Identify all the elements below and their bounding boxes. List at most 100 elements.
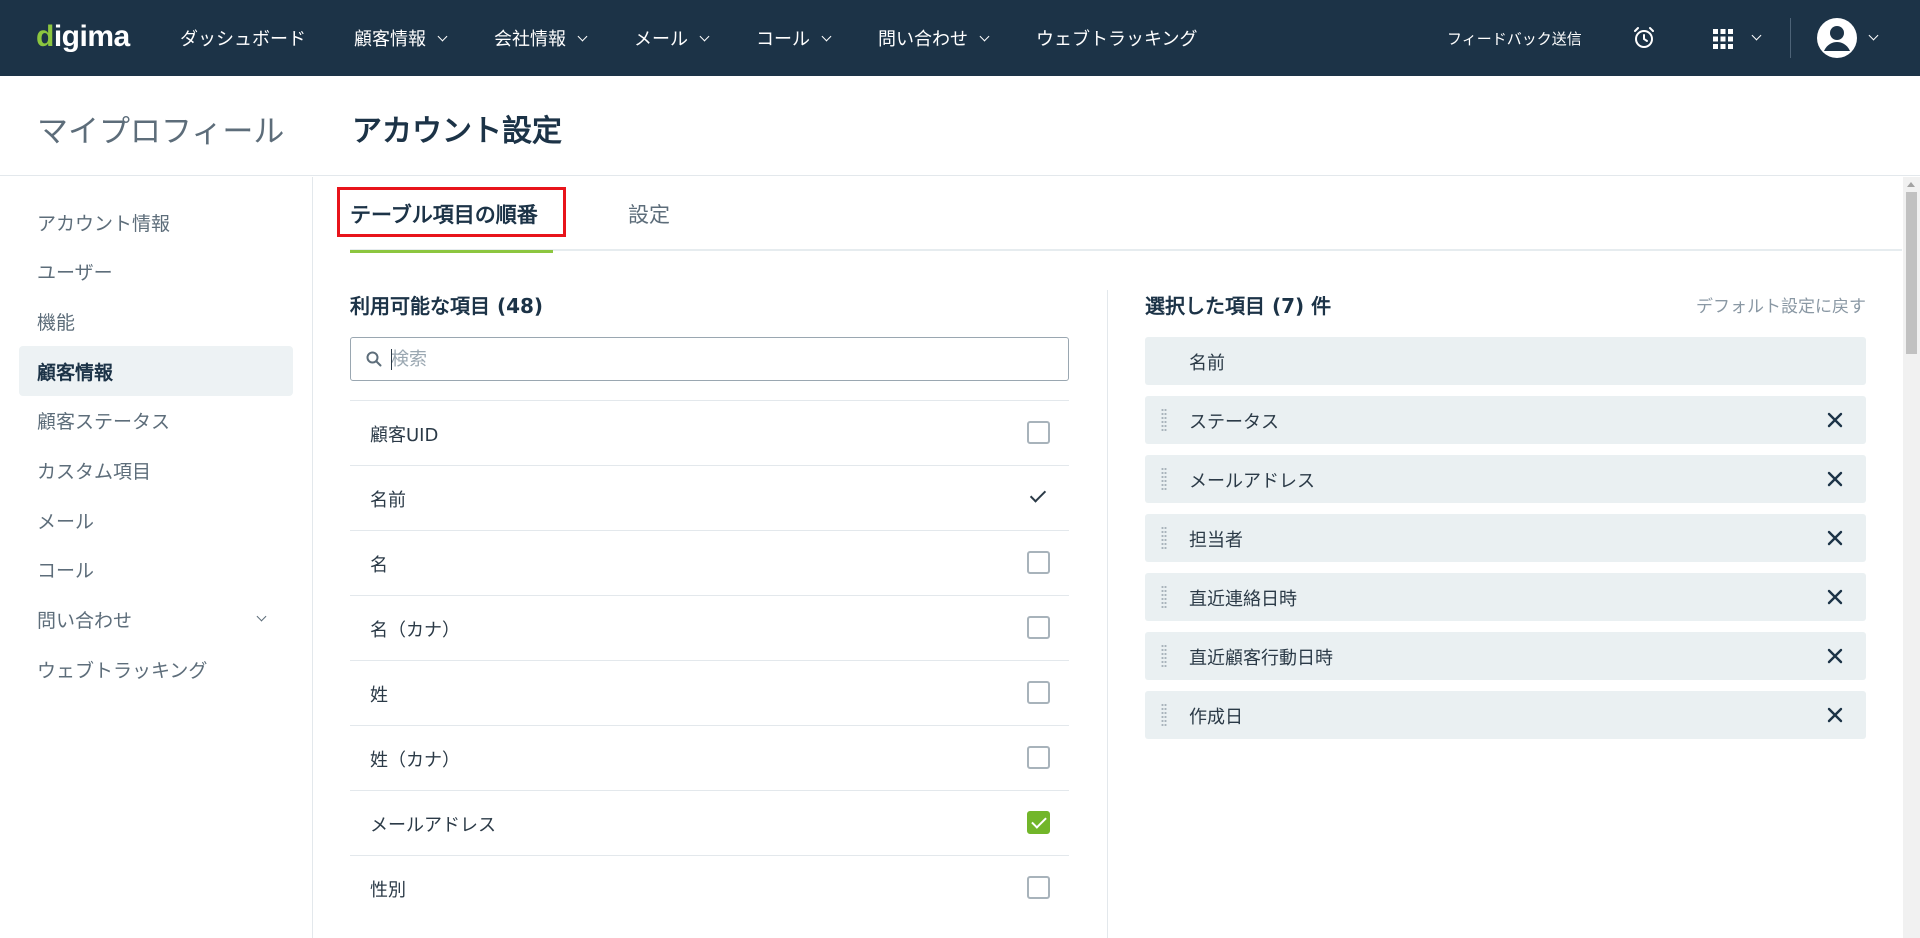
top-navigation-bar: digima ダッシュボード 顧客情報 会社情報 メール コール 問い合わせ ウェブトラッキ… — [0, 0, 1920, 76]
available-item-label: 性別 — [370, 880, 406, 901]
sidebar-item-label: 問い合わせ — [37, 610, 133, 633]
available-item-label: 名 — [370, 555, 388, 576]
nav-item-5[interactable]: 問い合わせ — [878, 25, 990, 51]
user-avatar-icon[interactable] — [1817, 18, 1857, 58]
available-item-row[interactable]: 姓（カナ） — [350, 725, 1069, 790]
remove-x-icon[interactable] — [1825, 705, 1845, 725]
available-item-label: 名（カナ） — [370, 620, 460, 641]
sidebar-item-7[interactable]: コール — [19, 545, 293, 595]
my-profile-title: マイプロフィール — [37, 114, 285, 150]
sidebar-item-8[interactable]: 問い合わせ — [19, 595, 293, 645]
available-item-row[interactable]: 顧客UID — [350, 400, 1069, 465]
chevron-down-icon[interactable] — [699, 31, 710, 41]
column-divider — [1107, 290, 1108, 938]
search-input[interactable] — [391, 338, 1051, 380]
item-checkbox[interactable] — [1027, 421, 1050, 444]
item-checkbox[interactable] — [1027, 746, 1050, 769]
drag-handle-icon[interactable] — [1161, 585, 1167, 609]
avatar-chevron-down-icon[interactable] — [1868, 30, 1879, 41]
tab-bar: テーブル項目の順番 設定 — [337, 177, 1902, 253]
nav-item-label: コール — [756, 29, 810, 50]
nav-item-label: 会社情報 — [494, 29, 566, 50]
nav-item-label: 顧客情報 — [354, 29, 426, 50]
chevron-down-icon[interactable] — [577, 31, 588, 41]
sidebar-item-5[interactable]: カスタム項目 — [19, 446, 293, 496]
selected-item-row[interactable]: ステータス — [1145, 396, 1866, 444]
nav-item-6[interactable]: ウェブトラッキング — [1036, 25, 1197, 51]
available-item-row[interactable]: メールアドレス — [350, 790, 1069, 855]
available-item-row[interactable]: 性別 — [350, 855, 1069, 920]
chevron-down-icon[interactable] — [256, 611, 267, 622]
nav-item-3[interactable]: メール — [634, 25, 710, 51]
apps-grid-icon[interactable] — [1713, 29, 1733, 49]
feedback-link[interactable]: フィードバック送信 — [1447, 28, 1582, 49]
nav-item-4[interactable]: コール — [756, 25, 832, 51]
selected-item-row[interactable]: 作成日 — [1145, 691, 1866, 739]
available-item-row[interactable]: 名（カナ） — [350, 595, 1069, 660]
available-items-panel: 利用可能な項目 (48) 顧客UID 名前名名（カナ） 姓姓（カナ） メールアドレス性… — [350, 290, 1069, 901]
sidebar-item-6[interactable]: メール — [19, 495, 293, 545]
available-items-title: 利用可能な項目 (48) — [350, 294, 544, 318]
remove-x-icon[interactable] — [1825, 646, 1845, 666]
available-item-label: 姓（カナ） — [370, 750, 460, 771]
scrollbar-thumb[interactable] — [1906, 192, 1917, 354]
remove-x-icon[interactable] — [1825, 587, 1845, 607]
drag-handle-icon[interactable] — [1161, 467, 1167, 491]
drag-handle-icon[interactable] — [1161, 703, 1167, 727]
nav-item-label: ダッシュボード — [180, 29, 306, 50]
nav-item-1[interactable]: 顧客情報 — [354, 25, 448, 51]
sidebar-item-label: カスタム項目 — [37, 461, 152, 483]
remove-x-icon[interactable] — [1825, 469, 1845, 489]
selected-item-row[interactable]: 直近連絡日時 — [1145, 573, 1866, 621]
sidebar-item-1[interactable]: ユーザー — [19, 247, 293, 297]
selected-item-label: 担当者 — [1189, 530, 1243, 551]
chevron-down-icon[interactable] — [437, 31, 448, 41]
nav-item-0[interactable]: ダッシュボード — [180, 25, 306, 51]
available-items-list: 顧客UID 名前名名（カナ） 姓姓（カナ） メールアドレス 性別 — [350, 400, 1069, 920]
page-scrollbar[interactable] — [1903, 177, 1920, 938]
nav-item-2[interactable]: 会社情報 — [494, 25, 588, 51]
item-checkbox[interactable] — [1027, 811, 1050, 834]
item-checkbox[interactable] — [1027, 616, 1050, 639]
available-item-row[interactable]: 名 — [350, 530, 1069, 595]
chevron-down-icon[interactable] — [979, 31, 990, 41]
nav-item-label: メール — [634, 29, 688, 50]
sidebar-item-9[interactable]: ウェブトラッキング — [19, 644, 293, 694]
apps-chevron-down-icon[interactable] — [1751, 30, 1762, 41]
reset-to-default-link[interactable]: デフォルト設定に戻す — [1696, 292, 1866, 317]
drag-handle-icon[interactable] — [1161, 408, 1167, 432]
logo-text: igima — [53, 20, 130, 53]
active-tab-underline — [350, 250, 553, 253]
alarm-clock-icon[interactable] — [1632, 26, 1656, 50]
selected-items-panel: 選択した項目 (7) 件 デフォルト設定に戻す 名前 ステータス メールアドレス 担当… — [1145, 290, 1866, 739]
highlight-box — [337, 187, 566, 237]
selected-item-row[interactable]: メールアドレス — [1145, 455, 1866, 503]
item-checkbox[interactable] — [1027, 681, 1050, 704]
sidebar-item-label: アカウント情報 — [37, 212, 171, 235]
digima-logo[interactable]: digima — [36, 20, 130, 54]
available-item-row[interactable]: 名前 — [350, 465, 1069, 530]
scroll-up-arrow-icon[interactable] — [1907, 182, 1915, 187]
available-item-label: メールアドレス — [370, 815, 496, 836]
sidebar-item-4[interactable]: 顧客ステータス — [19, 396, 293, 446]
sidebar-item-label: 顧客ステータス — [37, 411, 171, 434]
nav-item-label: 問い合わせ — [878, 29, 968, 50]
tab-settings[interactable]: 設定 — [628, 177, 670, 251]
item-checkbox[interactable] — [1027, 876, 1050, 899]
remove-x-icon[interactable] — [1825, 410, 1845, 430]
sidebar-item-3[interactable]: 顧客情報 — [19, 346, 293, 397]
remove-x-icon[interactable] — [1825, 528, 1845, 548]
drag-handle-icon[interactable] — [1161, 526, 1167, 550]
sidebar-item-0[interactable]: アカウント情報 — [19, 197, 293, 247]
tab-table-column-order[interactable]: テーブル項目の順番 — [337, 177, 566, 253]
selected-item-label: メールアドレス — [1189, 471, 1315, 492]
drag-handle-icon[interactable] — [1161, 644, 1167, 668]
page-header: マイプロフィール アカウント設定 — [0, 76, 1920, 176]
available-item-row[interactable]: 姓 — [350, 660, 1069, 725]
item-checkbox[interactable] — [1027, 551, 1050, 574]
selected-item-row[interactable]: 直近顧客行動日時 — [1145, 632, 1866, 680]
sidebar-item-2[interactable]: 機能 — [19, 296, 293, 346]
chevron-down-icon[interactable] — [821, 31, 832, 41]
nav-divider — [1790, 18, 1791, 58]
selected-item-row[interactable]: 担当者 — [1145, 514, 1866, 562]
